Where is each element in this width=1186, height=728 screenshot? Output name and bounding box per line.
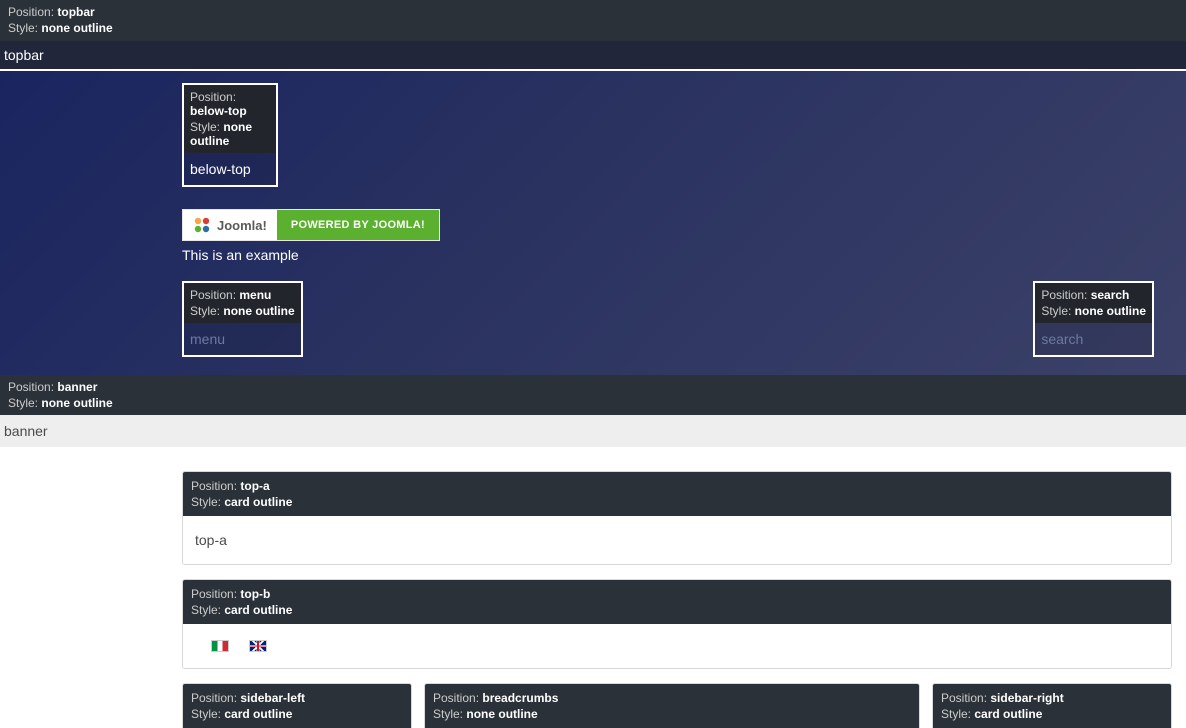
banner-body: banner <box>0 415 1186 447</box>
top-a-header: Position: top-a Style: card outline <box>183 472 1171 516</box>
sidebar-right-position-value: sidebar-right <box>990 691 1063 705</box>
below-top-position-value: below-top <box>190 104 247 118</box>
top-a-body: top-a <box>183 516 1171 564</box>
top-a-position-value: top-a <box>240 479 269 493</box>
sidebar-right-header: Position: sidebar-right Style: card outl… <box>932 683 1172 728</box>
menu-header: Position: menu Style: none outline <box>184 283 301 323</box>
sidebar-left-position-value: sidebar-left <box>240 691 305 705</box>
position-label: Position: <box>8 5 54 19</box>
top-b-card: Position: top-b Style: card outline <box>182 579 1172 669</box>
below-top-box: Position: below-top Style: none outline … <box>182 83 278 187</box>
search-box: Position: search Style: none outline sea… <box>1033 281 1154 357</box>
joomla-badge[interactable]: Joomla! POWERED BY JOOMLA! <box>182 209 440 241</box>
breadcrumbs-position-value: breadcrumbs <box>482 691 558 705</box>
top-b-body <box>183 624 1171 668</box>
joomla-logo: Joomla! <box>183 210 277 240</box>
top-b-style-value: card outline <box>224 603 292 617</box>
flag-gb-icon[interactable] <box>249 640 267 652</box>
search-header: Position: search Style: none outline <box>1035 283 1152 323</box>
joomla-powered-text: POWERED BY JOOMLA! <box>277 210 439 240</box>
topbar-position-line: Position: topbar <box>8 4 1178 20</box>
top-a-card: Position: top-a Style: card outline top-… <box>182 471 1172 565</box>
topbar-style-value: none outline <box>41 21 112 35</box>
menu-body[interactable]: menu <box>184 323 301 355</box>
banner-position-header: Position: banner Style: none outline <box>0 375 1186 415</box>
sidebar-left-header: Position: sidebar-left Style: card outli… <box>182 683 412 728</box>
breadcrumbs-header: Position: breadcrumbs Style: none outlin… <box>424 683 920 728</box>
banner-style-value: none outline <box>41 396 112 410</box>
main-area: Position: top-a Style: card outline top-… <box>0 447 1186 728</box>
sidebar-left-style-value: card outline <box>224 707 292 721</box>
logo-row: Joomla! POWERED BY JOOMLA! This is an ex… <box>182 209 1172 263</box>
topbar-position-header: Position: topbar Style: none outline <box>0 0 1186 41</box>
joomla-icon <box>193 216 211 234</box>
top-b-header: Position: top-b Style: card outline <box>183 580 1171 624</box>
hero-area: Position: below-top Style: none outline … <box>0 71 1186 375</box>
top-a-style-value: card outline <box>224 495 292 509</box>
sidebar-right-style-value: card outline <box>974 707 1042 721</box>
search-style-value: none outline <box>1075 304 1146 318</box>
search-body[interactable]: search <box>1035 323 1152 355</box>
menu-position-value: menu <box>239 288 271 302</box>
below-top-header: Position: below-top Style: none outline <box>184 85 276 153</box>
topbar-style-line: Style: none outline <box>8 20 1178 36</box>
joomla-brand-text: Joomla! <box>217 218 267 233</box>
style-label: Style: <box>8 21 38 35</box>
topbar-body: topbar <box>0 41 1186 71</box>
search-position-value: search <box>1091 288 1130 302</box>
topbar-position-value: topbar <box>57 5 94 19</box>
breadcrumbs-style-value: none outline <box>466 707 537 721</box>
columns-row: Position: sidebar-left Style: card outli… <box>182 683 1172 728</box>
below-top-body: below-top <box>184 153 276 185</box>
menu-style-value: none outline <box>223 304 294 318</box>
flag-it-icon[interactable] <box>211 640 229 652</box>
top-b-position-value: top-b <box>240 587 270 601</box>
banner-position-value: banner <box>57 380 97 394</box>
logo-caption: This is an example <box>182 247 1172 263</box>
menu-box: Position: menu Style: none outline menu <box>182 281 303 357</box>
